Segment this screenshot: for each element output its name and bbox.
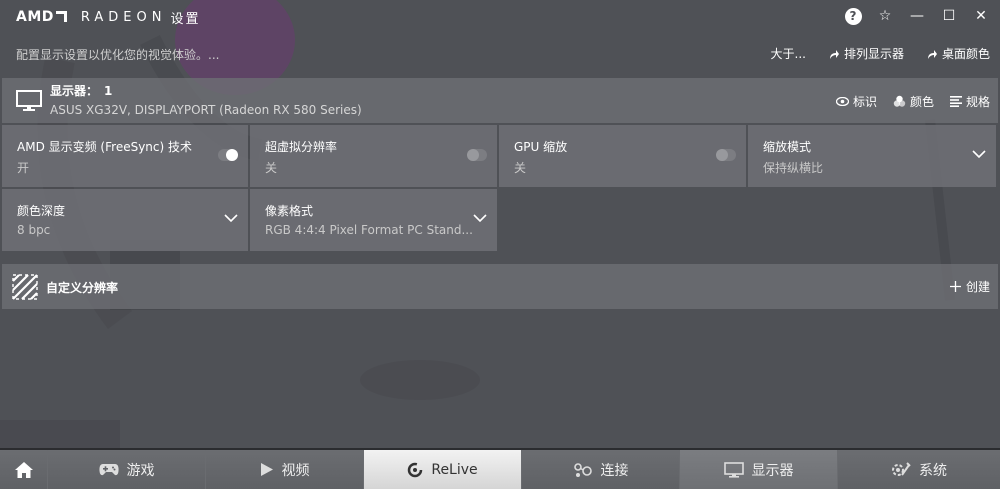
vsr-toggle[interactable] [467,149,487,161]
window-controls: ? ☆ — ☐ ✕ [844,6,990,26]
monitor-icon [16,90,42,111]
connect-icon [573,462,592,477]
title-bar: AMD RADEON 设置 ? ☆ — ☐ ✕ [0,0,1000,34]
scaling-mode-dropdown[interactable]: 缩放模式 保持纵横比 [748,125,996,187]
freesync-label: AMD 显示变频 (FreeSync) 技术 [17,140,192,154]
app-brand: AMD RADEON 设置 [16,8,201,27]
desktop-color-link[interactable]: 桌面颜色 [926,45,990,62]
relive-icon [408,462,423,477]
nav-connect-label: 连接 [600,462,629,479]
monitor-icon [723,461,744,478]
star-icon: ☆ [878,8,892,24]
minimize-icon: — [910,8,924,24]
custom-resolution-title: 自定义分辨率 [46,281,119,295]
about-label: 大于... [770,47,806,61]
identify-button[interactable]: 标识 [835,93,877,110]
maximize-button[interactable]: ☐ [940,6,958,26]
close-button[interactable]: ✕ [972,6,990,26]
help-button[interactable]: ? [844,6,862,26]
specs-label: 规格 [965,95,990,109]
custom-resolution-icon [12,274,38,300]
freesync-toggle[interactable] [218,149,238,161]
nav-display[interactable]: 显示器 [680,450,838,489]
settings-wordmark: 设置 [170,11,201,27]
display-title: 显示器： 1 [50,82,112,99]
chevron-down-icon [224,214,238,223]
system-tools-icon [892,461,911,476]
help-icon: ? [844,7,862,25]
specs-button[interactable]: 规格 [949,93,990,110]
vsr-label: 超虚拟分辨率 [265,140,338,154]
freesync-tile[interactable]: AMD 显示变频 (FreeSync) 技术 开 [2,125,248,187]
color-depth-dropdown[interactable]: 颜色深度 8 bpc [2,189,248,251]
create-button[interactable]: 创建 [949,278,990,295]
radeon-wordmark: RADEON [80,9,167,25]
share-arrow-icon [927,49,937,59]
minimize-button[interactable]: — [908,6,926,26]
nav-games[interactable]: 游戏 [48,450,206,489]
nav-video[interactable]: 视频 [206,450,364,489]
scaling-mode-label: 缩放模式 [763,140,812,154]
identify-label: 标识 [852,95,877,109]
amd-logo: AMD [16,9,67,25]
display-subtitle: ASUS XG32V, DISPLAYPORT (Radeon RX 580 S… [50,103,362,117]
gpu-scaling-value: 关 [514,161,527,175]
plus-icon [949,281,961,292]
gpu-scaling-toggle[interactable] [716,149,736,161]
arrange-displays-label: 排列显示器 [843,47,904,61]
color-circles-icon [893,95,906,107]
color-button[interactable]: 颜色 [893,93,934,110]
list-icon [949,96,962,107]
bottom-nav: 游戏 视频 ReLive 连接 显示器 系统 [0,448,1000,489]
nav-display-label: 显示器 [751,462,794,479]
custom-resolution-panel: 自定义分辨率 创建 [2,264,998,309]
nav-system-label: 系统 [919,462,947,479]
create-label: 创建 [965,280,990,294]
nav-games-label: 游戏 [126,462,155,479]
virtual-super-resolution-tile[interactable]: 超虚拟分辨率 关 [250,125,497,187]
home-icon [14,461,33,478]
nav-system[interactable]: 系统 [838,450,1000,489]
nav-home[interactable] [0,450,48,489]
maximize-icon: ☐ [942,8,956,24]
nav-video-label: 视频 [281,462,310,479]
header-actions: 大于... 排列显示器 桌面颜色 [771,45,990,62]
freesync-value: 开 [17,161,30,175]
display-actions: 标识 颜色 规格 [835,93,990,110]
scaling-mode-value: 保持纵横比 [763,161,824,175]
gamepad-icon [98,463,119,475]
play-icon [260,463,273,476]
pixel-format-value: RGB 4:4:4 Pixel Format PC Stand... [265,223,473,237]
nav-connect[interactable]: 连接 [522,450,680,489]
color-depth-value: 8 bpc [17,223,51,237]
chevron-down-icon [473,214,487,223]
vsr-value: 关 [265,161,278,175]
pixel-format-dropdown[interactable]: 像素格式 RGB 4:4:4 Pixel Format PC Stand... [250,189,497,251]
color-label: 颜色 [909,95,934,109]
color-depth-label: 颜色深度 [17,204,66,218]
about-link[interactable]: 大于... [771,45,806,62]
desktop-color-label: 桌面颜色 [941,47,990,61]
eye-icon [835,97,849,106]
page-hint: 配置显示设置以优化您的视觉体验。... [16,48,220,62]
chevron-down-icon [972,150,986,159]
arrange-displays-link[interactable]: 排列显示器 [828,45,904,62]
favorite-button[interactable]: ☆ [876,6,894,26]
pixel-format-label: 像素格式 [265,204,314,218]
nav-relive-label: ReLive [431,461,478,478]
gpu-scaling-label: GPU 缩放 [514,140,568,154]
nav-relive[interactable]: ReLive [364,450,522,489]
share-arrow-icon [829,49,839,59]
close-icon: ✕ [975,8,987,24]
gpu-scaling-tile[interactable]: GPU 缩放 关 [499,125,746,187]
display-header-panel: 显示器： 1 ASUS XG32V, DISPLAYPORT (Radeon RX… [2,78,998,123]
display-title-prefix: 显示器： [50,84,99,98]
sub-header: 配置显示设置以优化您的视觉体验。... 大于... 排列显示器 桌面颜色 [0,44,1000,64]
display-number: 1 [104,84,113,98]
